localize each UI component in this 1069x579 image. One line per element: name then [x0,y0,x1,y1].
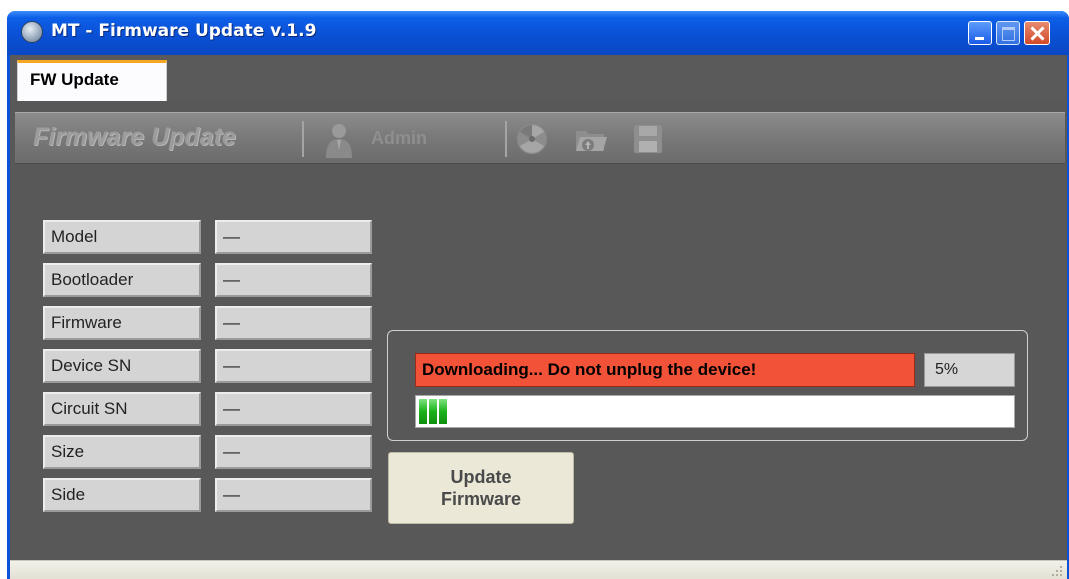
title-bar[interactable]: MT - Firmware Update v.1.9 [7,11,1069,55]
admin-label[interactable]: Admin [371,128,427,149]
toolbar-separator [505,121,507,157]
toolbar-title: Firmware Update [33,123,236,151]
device-sn-label: Device SN [43,349,201,383]
window-title: MT - Firmware Update v.1.9 [51,21,317,41]
side-label: Side [43,478,201,512]
size-value: — [215,435,372,469]
progress-segment [419,399,427,424]
update-button-line2: Firmware [440,489,522,509]
maximize-button[interactable] [996,21,1020,45]
progress-segment [429,399,437,424]
side-value: — [215,478,372,512]
radiation-icon[interactable] [515,123,549,155]
bootloader-value: — [215,263,372,297]
app-icon[interactable] [21,21,43,43]
progress-percent: 5% [924,353,1015,387]
admin-person-icon[interactable] [323,122,355,158]
circuit-sn-value: — [215,392,372,426]
save-disk-icon[interactable] [631,123,665,155]
update-button-line1: Update [450,467,512,487]
update-firmware-button[interactable]: Update Firmware [388,452,574,524]
close-button[interactable] [1024,21,1050,45]
minimize-button[interactable] [968,21,992,45]
tab-fw-update[interactable]: FW Update [17,60,167,101]
download-status: Downloading... Do not unplug the device! [415,353,915,387]
progress-bar-fill [419,399,449,424]
toolbar: Firmware Update Admin [15,112,1065,164]
resize-grip-icon[interactable] [1051,565,1063,577]
firmware-label: Firmware [43,306,201,340]
progress-bar [415,395,1015,428]
device-sn-value: — [215,349,372,383]
client-area: FW Update Firmware Update Admin Model — … [10,55,1067,579]
app-window: MT - Firmware Update v.1.9 FW Update Fir… [7,11,1069,579]
status-bar [10,560,1067,579]
open-folder-icon[interactable] [574,123,608,155]
bootloader-label: Bootloader [43,263,201,297]
size-label: Size [43,435,201,469]
circuit-sn-label: Circuit SN [43,392,201,426]
model-value: — [215,220,372,254]
model-label: Model [43,220,201,254]
tab-strip: FW Update [10,55,1067,101]
toolbar-separator [302,121,304,157]
progress-segment [439,399,447,424]
firmware-value: — [215,306,372,340]
